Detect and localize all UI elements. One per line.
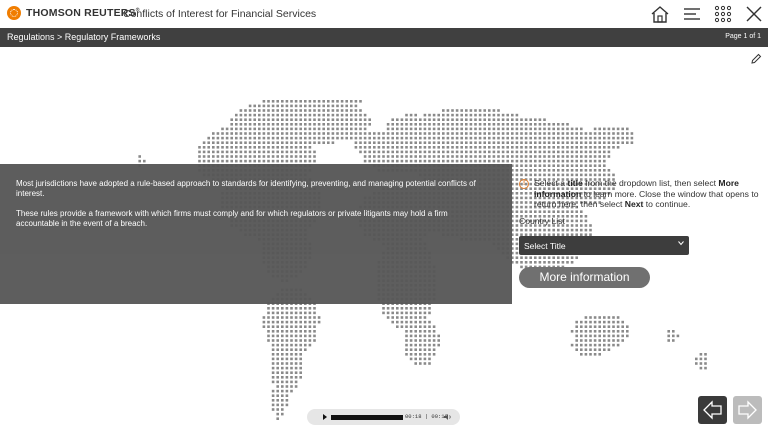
audio-progress-bar[interactable] — [331, 415, 403, 420]
arrow-right-icon — [738, 400, 757, 420]
thomson-reuters-logo-icon — [7, 6, 21, 20]
close-icon[interactable] — [743, 4, 765, 24]
audio-time: 00:18 | 00:18 — [405, 413, 448, 420]
instruction-text: ! Select a title from the dropdown list,… — [519, 178, 764, 210]
page-indicator: Page 1 of 1 — [725, 33, 761, 40]
intro-paragraph-1: Most jurisdictions have adopted a rule-b… — [16, 179, 476, 198]
intro-panel: Most jurisdictions have adopted a rule-b… — [0, 164, 512, 304]
menu-icon[interactable] — [681, 4, 703, 24]
audio-player: 00:18 | 00:18 — [307, 409, 460, 425]
home-icon[interactable] — [649, 4, 671, 24]
grid-icon[interactable] — [712, 4, 734, 24]
pencil-icon[interactable] — [750, 53, 762, 65]
info-icon: ! — [519, 179, 529, 189]
intro-paragraph-2: These rules provide a framework with whi… — [16, 209, 448, 228]
course-title: Conflicts of Interest for Financial Serv… — [123, 8, 317, 20]
instruction-panel: ! Select a title from the dropdown list,… — [519, 178, 764, 210]
back-button[interactable] — [698, 396, 727, 424]
title-select[interactable]: Select Title — [519, 236, 689, 255]
volume-icon[interactable] — [444, 414, 452, 420]
country-list-label: Country List — [519, 216, 565, 226]
breadcrumb: Regulations > Regulatory Frameworks — [7, 32, 161, 42]
breadcrumb-bar: Regulations > Regulatory Frameworks Page… — [0, 28, 768, 47]
chevron-down-icon — [678, 241, 684, 246]
brand-logo: THOMSON REUTERS® — [7, 6, 140, 20]
next-button[interactable] — [733, 396, 762, 424]
title-select-value: Select Title — [524, 241, 566, 251]
play-icon[interactable] — [323, 414, 327, 420]
top-bar: THOMSON REUTERS® Conflicts of Interest f… — [0, 0, 768, 28]
more-information-button[interactable]: More information — [519, 267, 650, 288]
arrow-left-icon — [703, 400, 722, 420]
